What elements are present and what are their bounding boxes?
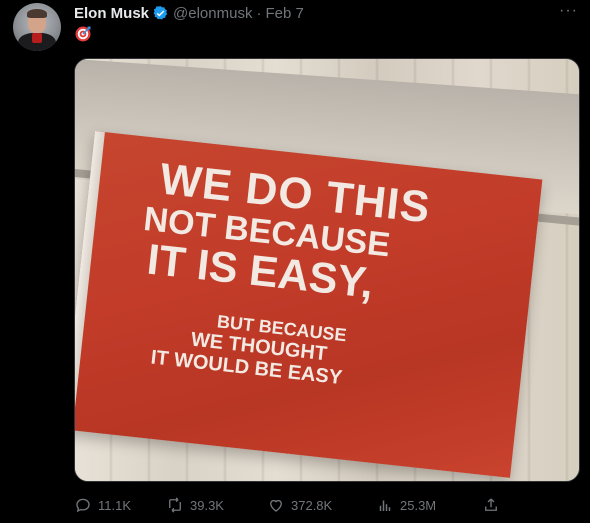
more-icon[interactable]: ··· [559,2,578,20]
author-handle[interactable]: @elonmusk [173,5,252,22]
retweet-button[interactable]: 39.3K [166,496,224,514]
retweet-icon [169,497,181,513]
reply-icon [76,498,90,513]
views-button[interactable]: 25.3M [376,496,436,514]
share-button[interactable] [482,496,500,514]
tweet-date[interactable]: Feb 7 [265,5,303,22]
like-count: 372.8K [291,497,333,513]
reply-button[interactable]: 11.1K [74,496,131,514]
retweet-count: 39.3K [190,497,224,513]
avatar-hair [27,9,47,18]
like-button[interactable]: 372.8K [267,496,332,514]
tweet-media-image[interactable]: WE DO THIS NOT BECAUSE IT IS EASY, BUT B… [74,58,580,482]
share-icon [485,498,497,511]
red-flag: WE DO THIS NOT BECAUSE IT IS EASY, BUT B… [75,131,543,478]
avatar[interactable] [13,3,61,51]
reply-count: 11.1K [98,497,132,513]
target-emoji-icon [75,26,91,42]
tweet-text [74,25,92,48]
views-icon [379,500,391,511]
avatar-collar [32,33,42,43]
like-icon [270,499,282,512]
tweet-header: Elon Musk @elonmusk · Feb 7 [74,3,304,23]
tweet-actions: 11.1K 39.3K 372.8K 25.3M [74,495,574,515]
flag-text: WE DO THIS NOT BECAUSE IT IS EASY, BUT B… [140,154,531,407]
tweet[interactable]: Elon Musk @elonmusk · Feb 7 ··· WE DO TH… [0,0,590,523]
views-count: 25.3M [400,497,437,513]
verified-icon [153,5,168,20]
separator-dot: · [256,4,262,22]
author-name[interactable]: Elon Musk [74,5,149,22]
